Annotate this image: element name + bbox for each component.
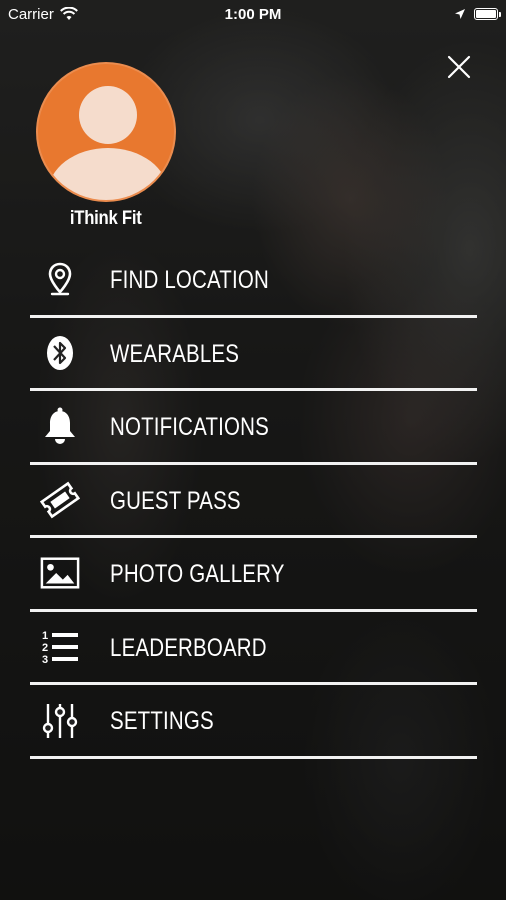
menu-label: WEARABLES — [110, 339, 240, 368]
menu-label: FIND LOCATION — [110, 266, 269, 294]
avatar-body — [48, 148, 168, 200]
menu-label: NOTIFICATIONS — [110, 413, 269, 441]
profile-name: iThink Fit — [70, 208, 142, 229]
ticket-icon — [40, 480, 80, 520]
status-bar: Carrier 1:00 PM — [0, 0, 506, 28]
menu-item-guest-pass[interactable]: GUEST PASS — [30, 465, 477, 538]
menu-item-photo-gallery[interactable]: PHOTO GALLERY — [30, 538, 477, 612]
svg-text:1: 1 — [42, 630, 48, 642]
menu-item-find-location[interactable]: FIND LOCATION — [30, 244, 477, 318]
close-button[interactable] — [444, 52, 474, 82]
location-pin-icon — [40, 259, 80, 299]
ranked-list-icon: 1 2 3 — [40, 627, 80, 667]
wifi-icon — [59, 7, 78, 20]
menu-label: PHOTO GALLERY — [110, 560, 285, 588]
svg-text:2: 2 — [42, 642, 48, 654]
menu-item-leaderboard[interactable]: 1 2 3 LEADERBOARD — [30, 612, 477, 685]
avatar-head — [79, 86, 137, 144]
close-icon — [447, 55, 471, 79]
side-menu: FIND LOCATION WEARABLES NOTIFICATIONS GU… — [30, 244, 477, 759]
menu-item-wearables[interactable]: WEARABLES — [30, 318, 477, 391]
location-arrow-icon — [455, 9, 465, 19]
menu-label: SETTINGS — [110, 707, 214, 735]
battery-icon — [474, 8, 501, 20]
menu-label: LEADERBOARD — [110, 633, 267, 662]
bell-icon — [40, 406, 80, 446]
carrier-label: Carrier — [8, 5, 54, 23]
menu-item-notifications[interactable]: NOTIFICATIONS — [30, 391, 477, 465]
avatar[interactable] — [36, 62, 176, 202]
bluetooth-icon — [40, 333, 80, 373]
menu-label: GUEST PASS — [110, 486, 241, 515]
profile-section: iThink Fit — [36, 62, 176, 230]
svg-text:3: 3 — [42, 654, 48, 666]
menu-item-settings[interactable]: SETTINGS — [30, 685, 477, 759]
image-icon — [40, 553, 80, 593]
sliders-icon — [40, 700, 80, 740]
